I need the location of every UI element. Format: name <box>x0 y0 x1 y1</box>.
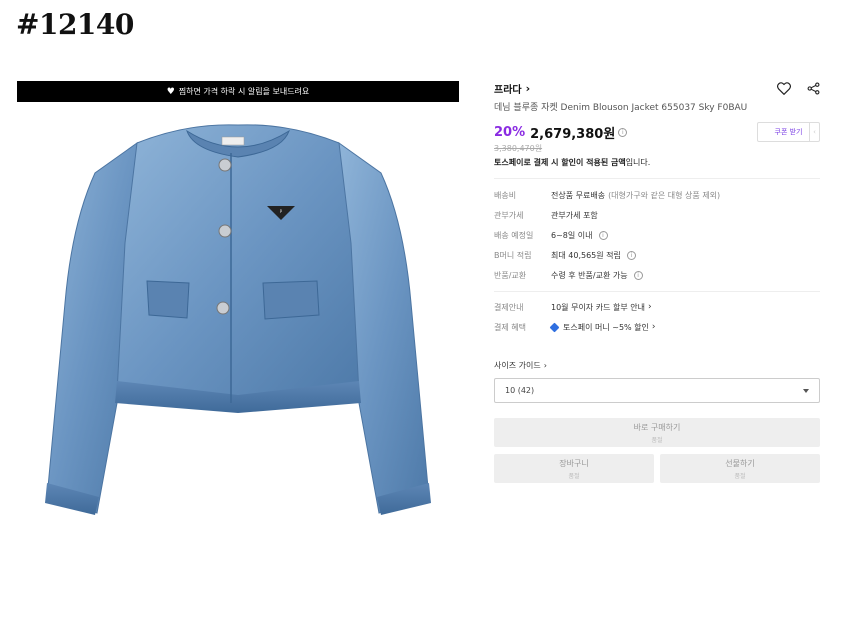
price-alert-banner[interactable]: ♥ 찜하면 가격 하락 시 알림을 보내드려요 <box>17 81 459 102</box>
detail-label: 반품/교환 <box>494 270 527 280</box>
heart-icon[interactable] <box>777 81 791 95</box>
size-guide-link[interactable]: 사이즈 가이드 › <box>494 360 820 371</box>
payment-row-benefit[interactable]: 결제 혜택 토스페이 머니 ~5% 할인 › <box>494 317 820 337</box>
payment-label: 결제안내 <box>494 302 524 312</box>
detail-label: 관부가세 <box>494 210 524 220</box>
banner-text: 찜하면 가격 하락 시 알림을 보내드려요 <box>178 87 310 96</box>
brand-link[interactable]: 프라다 › <box>494 81 530 96</box>
toss-note-rest: 입니다. <box>625 158 651 167</box>
payment-value: 10월 무이자 카드 할부 안내 <box>551 302 645 312</box>
sale-price: 2,679,380원 <box>530 126 616 142</box>
payment-label: 결제 혜택 <box>494 322 526 332</box>
chevron-right-icon: › <box>647 302 652 312</box>
product-info-panel: 프라다 › 데님 블루종 자켓 Denim Blouson Jacket 655… <box>494 78 820 483</box>
payment-row-installment[interactable]: 결제안내 10월 무이자 카드 할부 안내 › <box>494 297 820 317</box>
cart-label: 장바구니 <box>559 458 589 468</box>
gift-button[interactable]: 선물하기 품절 <box>660 454 820 483</box>
detail-row-return: 반품/교환 수령 후 반품/교환 가능 i <box>494 265 820 285</box>
chevron-right-icon: › <box>525 81 531 95</box>
detail-list: 배송비 전상품 무료배송 (대형가구와 같은 대형 상품 제외) 관부가세 관부가… <box>494 185 820 285</box>
size-guide-label: 사이즈 가이드 <box>494 361 541 370</box>
info-icon[interactable]: i <box>626 250 636 260</box>
item-code: #12140 <box>16 8 134 41</box>
info-icon[interactable]: i <box>598 230 608 240</box>
original-price: 3,380,470원 <box>494 144 543 153</box>
chevron-left-icon: ‹ <box>809 123 819 141</box>
share-icon[interactable] <box>807 82 820 95</box>
divider <box>494 178 820 179</box>
detail-label: 배송비 <box>494 190 517 200</box>
product-image: P <box>17 103 459 543</box>
brand-label: 프라다 <box>494 84 522 96</box>
toss-logo-icon <box>549 322 560 332</box>
discount-rate: 20% <box>494 124 526 140</box>
detail-label: B머니 적립 <box>494 250 532 260</box>
detail-value: 6~8일 이내 <box>551 230 593 240</box>
buy-now-status: 품절 <box>651 436 663 444</box>
product-name: 데님 블루종 자켓 Denim Blouson Jacket 655037 Sk… <box>494 103 748 113</box>
heart-icon: ♥ <box>166 86 175 97</box>
size-select[interactable]: 10 (42) <box>494 378 820 403</box>
payment-list: 결제안내 10월 무이자 카드 할부 안내 › 결제 혜택 토스페이 머니 ~5%… <box>494 297 820 337</box>
detail-value: 최대 40,565원 적립 <box>551 250 621 260</box>
detail-row-points: B머니 적립 최대 40,565원 적립 i <box>494 245 820 265</box>
detail-label: 배송 예정일 <box>494 230 534 240</box>
chevron-right-icon: › <box>543 361 547 370</box>
cart-button[interactable]: 장바구니 품절 <box>494 454 654 483</box>
detail-subnote: (대형가구와 같은 대형 상품 제외) <box>608 190 721 200</box>
caret-down-icon <box>803 388 809 393</box>
coupon-button[interactable]: 쿠폰 받기 ‹ <box>757 122 820 142</box>
toss-discount-note: 토스페이로 결제 시 할인이 적용된 금액입니다. <box>494 157 820 168</box>
buy-now-button[interactable]: 바로 구매하기 품절 <box>494 418 820 447</box>
detail-row-delivery: 배송 예정일 6~8일 이내 i <box>494 225 820 245</box>
cart-status: 품절 <box>568 472 580 480</box>
detail-value: 관부가세 포함 <box>551 210 598 220</box>
info-icon[interactable]: i <box>618 127 628 137</box>
detail-value: 수령 후 반품/교환 가능 <box>551 270 628 280</box>
chevron-right-icon: › <box>651 322 656 332</box>
gift-label: 선물하기 <box>725 458 755 468</box>
divider <box>494 291 820 292</box>
buy-now-label: 바로 구매하기 <box>633 422 681 432</box>
detail-row-customs: 관부가세 관부가세 포함 <box>494 205 820 225</box>
payment-value: 토스페이 머니 ~5% 할인 <box>563 322 649 332</box>
size-select-value: 10 (42) <box>505 386 535 395</box>
gift-status: 품절 <box>734 472 746 480</box>
info-icon[interactable]: i <box>633 270 643 280</box>
toss-note-bold: 토스페이로 결제 시 할인이 적용된 금액 <box>494 158 626 167</box>
coupon-label: 쿠폰 받기 <box>774 128 803 136</box>
detail-row-shipping: 배송비 전상품 무료배송 (대형가구와 같은 대형 상품 제외) <box>494 185 820 205</box>
detail-value: 전상품 무료배송 <box>551 190 606 200</box>
